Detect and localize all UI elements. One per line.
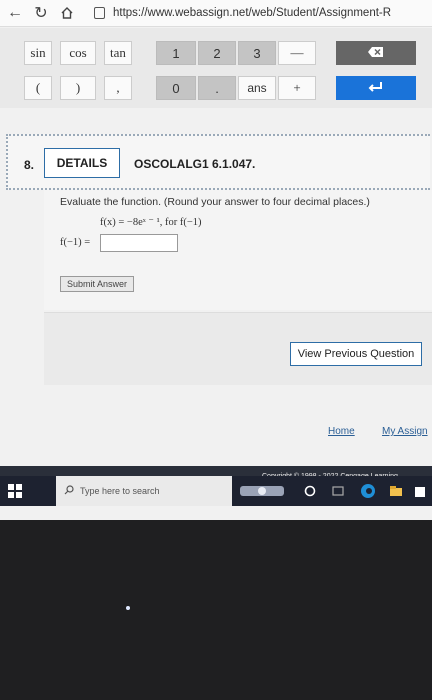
key-decimal[interactable]: . [198,76,236,100]
screen: ← ↻ https://www.webassign.net/web/Studen… [0,0,432,520]
backspace-icon [367,46,385,61]
answer-input[interactable] [100,234,178,252]
search-placeholder: Type here to search [80,486,160,496]
key-cos[interactable]: cos [60,41,96,65]
power-indicator-light [126,606,130,610]
question-number: 8. [24,158,35,172]
question-code: OSCOLALG1 6.1.047. [134,157,256,171]
back-arrow-icon[interactable]: ← [4,2,26,24]
key-3[interactable]: 3 [238,41,276,65]
search-icon [64,482,74,500]
question-formula: f(x) = −8eˣ ⁻ ¹, for f(−1) [100,217,202,228]
key-tan[interactable]: tan [104,41,132,65]
weather-widget-icon[interactable] [240,483,284,499]
file-explorer-icon[interactable] [388,483,404,499]
laptop-bezel [0,520,432,700]
footer-links: Home My Assign [0,418,432,438]
key-close-paren[interactable]: ) [60,76,96,100]
task-view-icon[interactable] [302,483,318,499]
address-bar[interactable]: https://www.webassign.net/web/Student/As… [94,7,391,19]
enter-icon [368,81,384,96]
taskbar-search[interactable]: Type here to search [56,476,232,506]
store-icon[interactable] [414,483,426,499]
key-minus[interactable]: — [278,41,316,65]
windows-start-icon[interactable] [8,484,22,498]
details-button[interactable]: DETAILS [44,148,120,178]
submit-answer-button[interactable]: Submit Answer [60,276,134,292]
question-instruction: Evaluate the function. (Round your answe… [60,196,370,208]
key-1[interactable]: 1 [156,41,196,65]
key-open-paren[interactable]: ( [24,76,52,100]
key-ans[interactable]: ans [238,76,276,100]
math-keypad: sin cos tan 1 2 3 — ( ) , 0 . ans + [0,28,432,108]
key-sin[interactable]: sin [24,41,52,65]
url-text: https://www.webassign.net/web/Student/As… [113,7,392,19]
my-assignments-link[interactable]: My Assign [382,426,428,437]
key-0[interactable]: 0 [156,76,196,100]
key-enter[interactable] [336,76,416,100]
edge-browser-icon[interactable] [360,483,376,499]
answer-label: f(−1) = [60,237,91,248]
reload-icon[interactable]: ↻ [30,2,52,24]
key-comma[interactable]: , [104,76,132,100]
windows-taskbar: Type here to search [0,476,432,506]
key-backspace[interactable] [336,41,416,65]
key-plus[interactable]: + [278,76,316,100]
lock-icon [94,7,105,19]
browser-toolbar: ← ↻ https://www.webassign.net/web/Studen… [0,0,432,27]
home-icon[interactable] [56,2,78,24]
key-2[interactable]: 2 [198,41,236,65]
view-previous-question-button[interactable]: View Previous Question [290,342,422,366]
widgets-icon[interactable] [330,483,346,499]
home-link[interactable]: Home [328,426,355,437]
